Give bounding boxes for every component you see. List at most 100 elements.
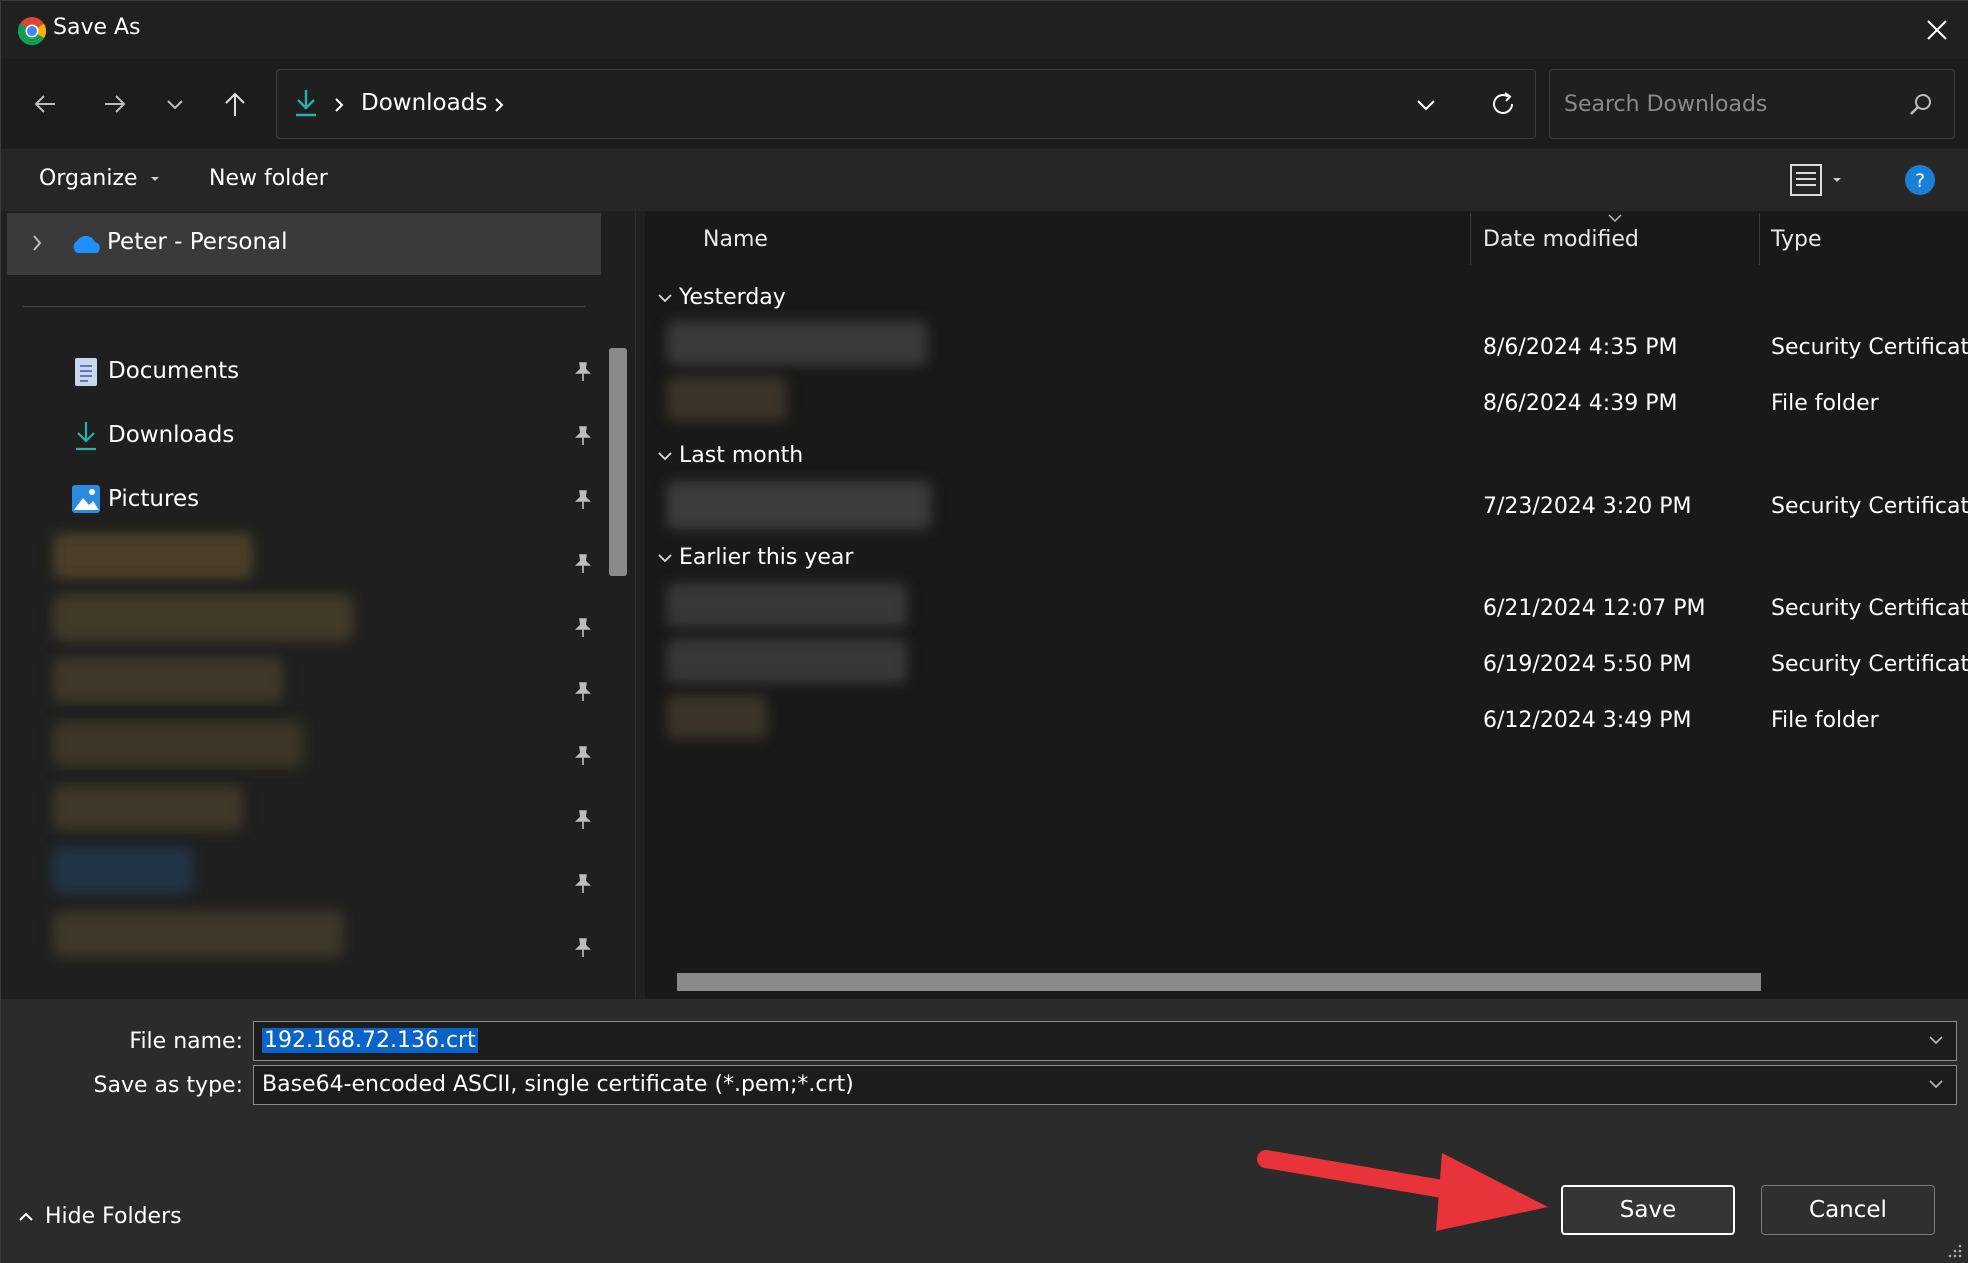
pin-icon[interactable] bbox=[571, 616, 595, 640]
command-toolbar: Organize New folder ? bbox=[1, 149, 1968, 211]
forward-button[interactable] bbox=[91, 81, 139, 127]
sidebar-item-label: Documents bbox=[108, 358, 240, 384]
chrome-icon bbox=[17, 17, 46, 46]
pin-icon[interactable] bbox=[571, 680, 595, 704]
new-folder-button[interactable]: New folder bbox=[209, 166, 328, 191]
close-button[interactable] bbox=[1905, 1, 1968, 59]
column-separator[interactable] bbox=[1759, 213, 1760, 265]
address-history-chevron-icon[interactable] bbox=[1415, 96, 1437, 114]
sidebar-item-downloads[interactable]: Downloads bbox=[1, 410, 601, 462]
pin-icon[interactable] bbox=[571, 424, 595, 448]
column-header-date-modified[interactable]: Date modified bbox=[1483, 227, 1639, 252]
chevron-right-icon bbox=[335, 98, 344, 112]
caret-down-icon bbox=[150, 177, 159, 181]
chevron-right-icon[interactable] bbox=[31, 233, 43, 253]
annotation-arrow-icon bbox=[1257, 1150, 1548, 1231]
column-header-type[interactable]: Type bbox=[1771, 227, 1822, 252]
file-name-input[interactable]: 192.168.72.136.crt bbox=[262, 1028, 478, 1053]
chevron-down-icon bbox=[658, 554, 672, 563]
pin-icon[interactable] bbox=[571, 552, 595, 576]
redacted-sidebar-item[interactable] bbox=[53, 595, 353, 641]
redacted-sidebar-item[interactable] bbox=[53, 657, 283, 703]
group-header-last-month[interactable]: Last month bbox=[657, 443, 803, 468]
group-header-earlier-this-year[interactable]: Earlier this year bbox=[657, 545, 853, 570]
redacted-sidebar-item[interactable] bbox=[53, 785, 243, 831]
chevron-down-icon bbox=[1929, 1080, 1943, 1089]
sidebar-scrollbar[interactable] bbox=[609, 348, 627, 576]
pane-splitter[interactable] bbox=[635, 211, 645, 999]
file-date: 6/12/2024 3:49 PM bbox=[1483, 708, 1692, 733]
redacted-file-name[interactable] bbox=[667, 481, 931, 529]
hide-folders-button[interactable]: Hide Folders bbox=[17, 1204, 182, 1229]
group-label: Earlier this year bbox=[679, 545, 854, 570]
arrow-right-icon bbox=[105, 95, 126, 113]
view-options-button[interactable] bbox=[1789, 163, 1845, 201]
file-date: 6/21/2024 12:07 PM bbox=[1483, 596, 1706, 621]
recent-locations-button[interactable] bbox=[151, 81, 199, 127]
chevron-right-icon bbox=[495, 98, 504, 112]
save-form: File name: 192.168.72.136.crt Save as ty… bbox=[1, 999, 1968, 1263]
organize-menu[interactable]: Organize bbox=[39, 166, 161, 191]
file-date: 8/6/2024 4:35 PM bbox=[1483, 335, 1678, 360]
horizontal-scrollbar[interactable] bbox=[677, 973, 1761, 991]
redacted-sidebar-item[interactable] bbox=[53, 911, 343, 957]
redacted-file-name[interactable] bbox=[667, 583, 907, 627]
pin-icon[interactable] bbox=[571, 360, 595, 384]
sidebar-item-pictures[interactable]: Pictures bbox=[1, 474, 601, 526]
file-type: File folder bbox=[1771, 708, 1879, 733]
column-header-name[interactable]: Name bbox=[703, 227, 768, 252]
redacted-sidebar-item[interactable] bbox=[53, 533, 253, 579]
svg-text:?: ? bbox=[1915, 170, 1925, 192]
redacted-file-name[interactable] bbox=[667, 377, 787, 421]
redacted-file-name[interactable] bbox=[667, 639, 907, 683]
organize-label: Organize bbox=[39, 166, 138, 191]
search-box[interactable]: Search Downloads bbox=[1549, 69, 1955, 139]
group-label: Yesterday bbox=[679, 285, 786, 310]
download-icon bbox=[296, 90, 316, 117]
sidebar-item-documents[interactable]: Documents bbox=[1, 346, 601, 398]
refresh-icon[interactable] bbox=[1489, 90, 1517, 118]
sidebar-item-label: Pictures bbox=[108, 486, 200, 512]
navigation-pane: Peter - Personal Documents Downloads Pic… bbox=[1, 211, 635, 999]
sidebar-item-label: Peter - Personal bbox=[107, 229, 288, 255]
redacted-sidebar-item[interactable] bbox=[53, 721, 303, 767]
title-bar: Save As bbox=[1, 1, 1968, 59]
pin-icon[interactable] bbox=[571, 744, 595, 768]
help-button[interactable]: ? bbox=[1903, 163, 1937, 201]
save-type-select[interactable]: Base64-encoded ASCII, single certificate… bbox=[253, 1065, 1957, 1105]
pin-icon[interactable] bbox=[571, 808, 595, 832]
save-button[interactable]: Save bbox=[1561, 1185, 1735, 1235]
file-name-label: File name: bbox=[129, 1029, 243, 1054]
chevron-down-icon[interactable] bbox=[1926, 1030, 1946, 1050]
file-name-field[interactable]: 192.168.72.136.crt bbox=[253, 1021, 1957, 1061]
cancel-button[interactable]: Cancel bbox=[1761, 1185, 1935, 1235]
search-input[interactable]: Search Downloads bbox=[1564, 92, 1767, 117]
pin-icon[interactable] bbox=[571, 872, 595, 896]
redacted-file-name[interactable] bbox=[667, 695, 767, 739]
pin-icon[interactable] bbox=[571, 488, 595, 512]
address-bar[interactable]: Downloads bbox=[276, 69, 1536, 139]
back-button[interactable] bbox=[21, 81, 69, 127]
file-type: Security Certificate bbox=[1771, 335, 1968, 360]
group-label: Last month bbox=[679, 443, 804, 468]
resize-grip-icon[interactable] bbox=[1947, 1242, 1963, 1258]
sidebar-item-onedrive[interactable]: Peter - Personal bbox=[7, 213, 601, 275]
redacted-sidebar-item[interactable] bbox=[53, 847, 193, 893]
column-separator[interactable] bbox=[1470, 213, 1471, 265]
pin-icon[interactable] bbox=[571, 936, 595, 960]
breadcrumb-downloads[interactable]: Downloads bbox=[361, 90, 487, 116]
group-header-yesterday[interactable]: Yesterday bbox=[657, 285, 786, 310]
documents-icon bbox=[75, 358, 97, 386]
save-as-dialog: Save As Downloads Search Downloads Organ… bbox=[0, 0, 1968, 1263]
up-button[interactable] bbox=[211, 81, 259, 127]
save-type-value: Base64-encoded ASCII, single certificate… bbox=[262, 1072, 854, 1097]
search-icon bbox=[1910, 94, 1931, 115]
file-type: Security Certificate bbox=[1771, 652, 1968, 677]
sidebar-item-label: Downloads bbox=[108, 422, 235, 448]
file-type: Security Certificate bbox=[1771, 596, 1968, 621]
download-icon bbox=[76, 422, 96, 451]
pictures-icon bbox=[72, 485, 100, 513]
file-date: 6/19/2024 5:50 PM bbox=[1483, 652, 1692, 677]
file-type: File folder bbox=[1771, 391, 1879, 416]
redacted-file-name[interactable] bbox=[667, 321, 927, 365]
